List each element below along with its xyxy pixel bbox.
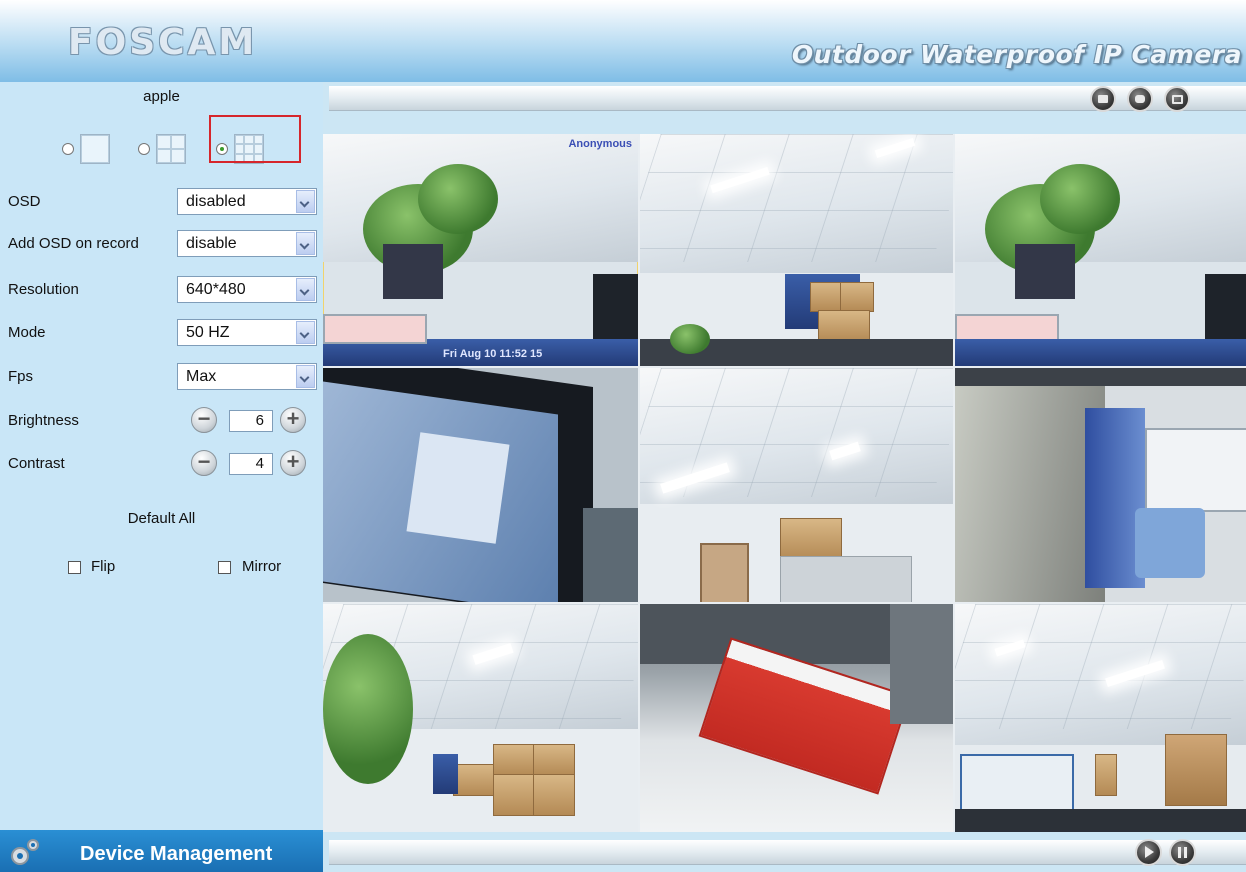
osd-value: disabled — [186, 193, 246, 210]
sidebar: apple OSD disabled Add OSD on record dis… — [0, 82, 323, 872]
mode-select[interactable]: 50 HZ — [177, 319, 317, 346]
video-feed-6[interactable] — [955, 368, 1246, 602]
fps-label: Fps — [8, 368, 34, 385]
fps-value: Max — [186, 368, 217, 385]
add-osd-value: disable — [186, 235, 237, 252]
video-feed-7[interactable] — [323, 604, 638, 832]
osd-timestamp: Fri Aug 10 11:52 15 — [443, 348, 543, 360]
add-osd-row: Add OSD on record disable — [0, 230, 323, 258]
quad-view-icon[interactable] — [156, 134, 186, 164]
osd-overlay-text: Anonymous — [568, 138, 632, 150]
header-tagline: Outdoor Waterproof IP Camera — [791, 40, 1242, 69]
osd-label: OSD — [8, 193, 41, 210]
video-toolbar — [323, 82, 1246, 134]
contrast-row: Contrast − 4 + — [0, 450, 323, 478]
video-feed-8[interactable] — [640, 604, 953, 832]
contrast-value[interactable]: 4 — [229, 453, 273, 475]
resolution-row: Resolution 640*480 — [0, 276, 323, 304]
video-feed-2[interactable] — [640, 134, 953, 366]
gear-icon — [11, 839, 39, 865]
resolution-value: 640*480 — [186, 281, 246, 298]
foscam-logo: FOSCAM — [68, 22, 258, 63]
selected-layout-highlight — [209, 115, 301, 163]
chevron-down-icon[interactable] — [296, 365, 315, 388]
flip-checkbox[interactable] — [68, 561, 81, 574]
mode-label: Mode — [8, 324, 46, 341]
contrast-plus-button[interactable]: + — [280, 450, 306, 476]
video-feed-3[interactable] — [955, 134, 1246, 366]
resolution-label: Resolution — [8, 281, 79, 298]
chevron-down-icon[interactable] — [296, 321, 315, 344]
layout-1-radio[interactable] — [62, 143, 74, 155]
chevron-down-icon[interactable] — [296, 232, 315, 255]
video-feed-4[interactable] — [323, 368, 638, 602]
mode-row: Mode 50 HZ — [0, 319, 323, 347]
chevron-down-icon[interactable] — [296, 278, 315, 301]
username-label: apple — [143, 88, 180, 105]
stop-icon[interactable] — [1169, 839, 1196, 866]
record-icon[interactable] — [1090, 86, 1116, 112]
add-osd-label: Add OSD on record — [8, 235, 139, 252]
video-feed-5[interactable] — [640, 368, 953, 602]
playback-strip — [329, 840, 1246, 865]
device-management-label: Device Management — [80, 843, 273, 865]
brightness-value[interactable]: 6 — [229, 410, 273, 432]
brightness-row: Brightness − 6 + — [0, 407, 323, 435]
default-all-button[interactable]: Default All — [0, 510, 323, 527]
add-osd-select[interactable]: disable — [177, 230, 317, 257]
layout-option-1[interactable] — [62, 134, 110, 164]
osd-row: OSD disabled — [0, 188, 323, 216]
fullscreen-icon[interactable] — [1164, 86, 1190, 112]
brightness-minus-button[interactable]: − — [191, 407, 217, 433]
header: FOSCAM Outdoor Waterproof IP Camera — [0, 0, 1246, 82]
fps-select[interactable]: Max — [177, 363, 317, 390]
contrast-minus-button[interactable]: − — [191, 450, 217, 476]
brightness-label: Brightness — [8, 412, 79, 429]
mirror-checkbox[interactable] — [218, 561, 231, 574]
mirror-label: Mirror — [242, 558, 282, 575]
brightness-plus-button[interactable]: + — [280, 407, 306, 433]
layout-option-4[interactable] — [138, 134, 186, 164]
device-management-menu[interactable]: Device Management — [0, 830, 323, 872]
mode-value: 50 HZ — [186, 324, 230, 341]
resolution-select[interactable]: 640*480 — [177, 276, 317, 303]
play-icon[interactable] — [1135, 839, 1162, 866]
contrast-label: Contrast — [8, 455, 65, 472]
osd-select[interactable]: disabled — [177, 188, 317, 215]
video-feed-9[interactable] — [955, 604, 1246, 832]
video-feed-1[interactable]: Anonymous Fri Aug 10 11:52 15 — [323, 134, 638, 366]
fps-row: Fps Max — [0, 363, 323, 391]
single-view-icon[interactable] — [80, 134, 110, 164]
playback-bar — [323, 832, 1246, 872]
chevron-down-icon[interactable] — [296, 190, 315, 213]
flip-label: Flip — [91, 558, 116, 575]
snapshot-icon[interactable] — [1127, 86, 1153, 112]
layout-4-radio[interactable] — [138, 143, 150, 155]
video-grid: Anonymous Fri Aug 10 11:52 15 — [323, 134, 1246, 832]
